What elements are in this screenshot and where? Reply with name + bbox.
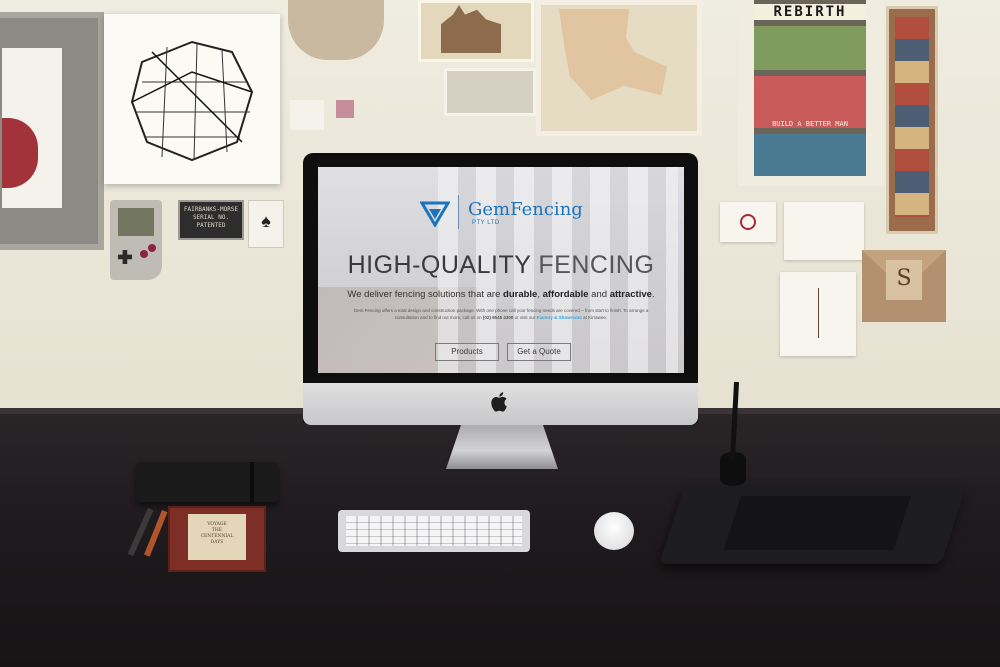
poster-band-green [754,26,866,70]
gameboy [110,200,162,280]
gem-logo-icon[interactable] [420,201,450,227]
playing-card: ♠ [248,200,284,248]
monogram-letter: S [896,266,912,291]
black-notebook [136,462,278,502]
church-illustration [441,5,501,53]
book-title: VOYAGE THE CENTENNIAL DAYS [200,522,234,545]
framed-print-art [2,118,38,188]
tagline-prefix: We deliver fencing solutions that are [347,289,504,300]
church-postcard [418,0,534,62]
dpad-icon [118,250,132,264]
city-map-illustration [130,40,254,162]
tagline-attractive: attractive [609,289,652,300]
hero-body-copy: Gem Fencing offers a total design and co… [346,307,656,321]
brand-subtitle: PTY LTD [472,220,500,226]
red-book: VOYAGE THE CENTENNIAL DAYS [168,506,266,572]
body-text-2: or visit our [513,315,537,320]
tablet-active-area [723,496,912,550]
tagline-durable: durable [503,289,538,300]
red-stamp [336,100,354,118]
kraft-envelope: S [862,250,946,322]
keyboard-keys [346,516,522,546]
apple-logo-icon [489,391,511,413]
logo-divider [458,195,459,229]
keyboard [338,510,530,552]
round-logo-icon [740,214,756,230]
body-text-3: at Kirrawee. [581,315,608,320]
small-label-card [290,100,324,130]
book-cover-label: VOYAGE THE CENTENNIAL DAYS [188,514,246,560]
showroom-link[interactable]: Factory & Showroom [537,315,582,320]
white-card [784,202,864,260]
fairbanks-morse-plate: FAIRBANKS-MORSE SERIAL NO. PATENTED [178,200,244,240]
tagline-suffix: . [651,289,655,300]
products-button[interactable]: Products [435,343,499,361]
tagline-sep2: and [588,289,610,300]
poster-artwork: REBIRTH BUILD A BETTER MAN [754,0,866,176]
notebook-elastic-band [250,462,254,502]
poster-title: REBIRTH [754,4,866,20]
drawing-tablet [659,484,967,564]
gameboy-screen [118,208,154,236]
tagline-affordable: affordable [542,289,589,300]
envelope-string [818,288,819,338]
hero-headline: HIGH-QUALITY FENCING [318,251,684,280]
headline-light: FENCING [538,251,655,279]
spade-icon: ♠ [261,211,271,231]
louisiana-state-shape [559,9,667,101]
monogram-card: S [886,260,922,300]
poster-caption: BUILD A BETTER MAN [772,120,848,128]
building-photo [444,68,536,116]
carved-figures [895,17,929,217]
gameboy-button-a [148,244,156,252]
get-quote-button[interactable]: Get a Quote [507,343,571,361]
city-map-print [104,14,280,184]
carved-figures-panel [886,6,938,234]
poster-band-blue [754,134,866,176]
gameboy-button-b [140,250,148,258]
louisiana-map [536,0,702,136]
hero-tagline: We deliver fencing solutions that are du… [318,289,684,300]
logo-card [720,202,776,242]
phone-number[interactable]: (02) 9545 4300 [483,315,514,320]
white-envelope [780,272,856,356]
imac-screen: GemFencing PTY LTD HIGH-QUALITY FENCING … [318,167,684,373]
headline-strong: HIGH-QUALITY [347,251,531,279]
imac-stand [446,423,558,469]
plate-text: FAIRBANKS-MORSE SERIAL NO. PATENTED [183,206,239,229]
magic-mouse [594,512,634,550]
brand-name[interactable]: GemFencing [468,199,583,220]
framed-print-paper [2,48,62,208]
rebirth-poster: REBIRTH BUILD A BETTER MAN [738,0,884,186]
left-framed-print [0,12,104,250]
